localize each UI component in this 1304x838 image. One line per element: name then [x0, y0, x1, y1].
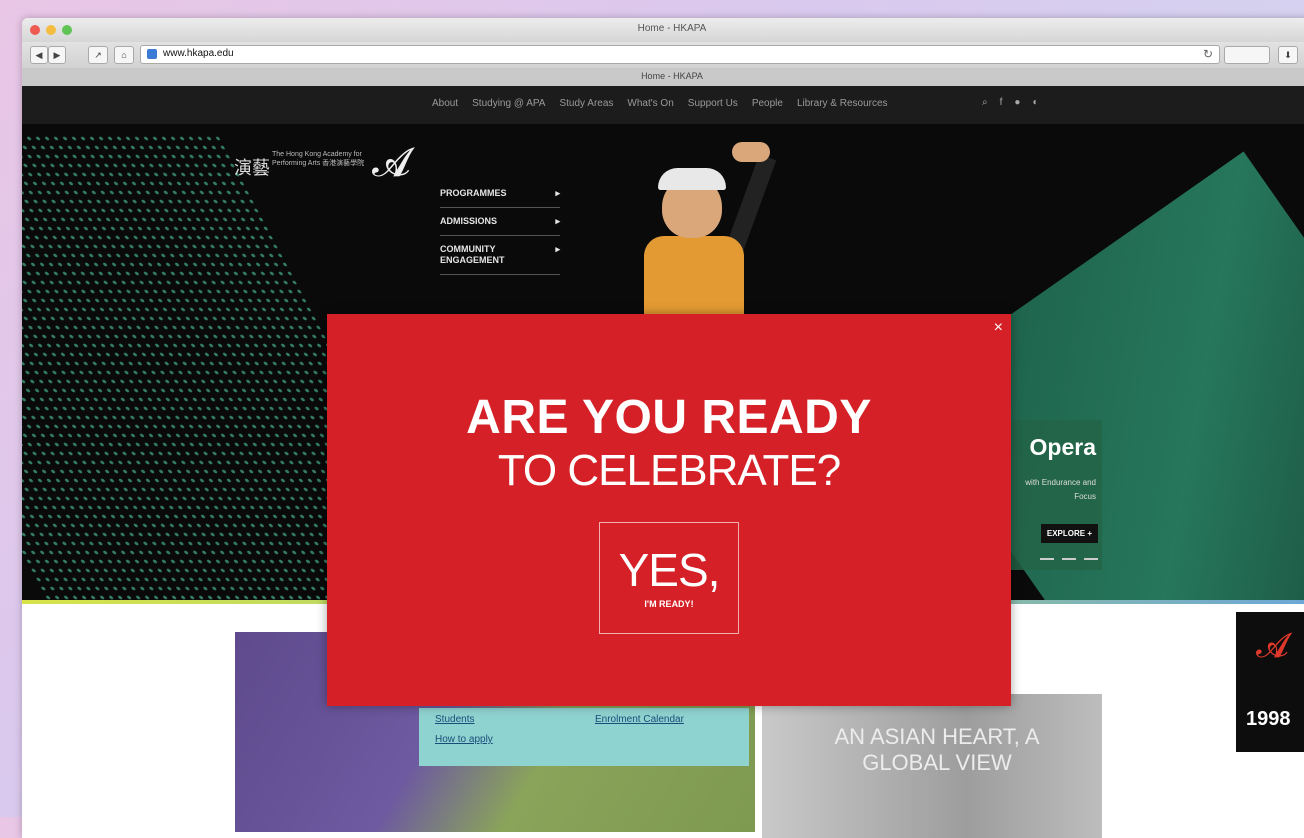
anniversary-badge[interactable]: 𝓐 1998: [1236, 612, 1304, 752]
anniversary-year: 1998: [1246, 708, 1291, 730]
downloads-icon[interactable]: ⬇: [1278, 46, 1298, 64]
nav-link-about[interactable]: About: [432, 98, 458, 109]
chevron-right-icon: ▸: [555, 216, 560, 226]
tab-active[interactable]: Home - HKAPA: [22, 71, 1304, 81]
nav-link-study-areas[interactable]: Study Areas: [559, 98, 613, 109]
close-icon[interactable]: ×: [994, 320, 1003, 336]
carousel-dots[interactable]: [1040, 558, 1098, 560]
celebration-modal: × ARE YOU READY TO CELEBRATE? YES, I'M R…: [327, 314, 1011, 706]
browser-toolbar: ◀ ▶ ↗ ⌂ www.hkapa.edu ↻ ⬇: [22, 42, 1304, 68]
hero-menu-label: PROGRAMMES: [440, 188, 507, 198]
hero-menu-label: COMMUNITY ENGAGEMENT: [440, 244, 505, 265]
nav-link-whats-on[interactable]: What's On: [627, 98, 673, 109]
forward-button[interactable]: ▶: [48, 46, 66, 64]
site-nav: About Studying @ APA Study Areas What's …: [22, 86, 1304, 124]
search-field[interactable]: [1224, 46, 1270, 64]
hero-menu-community[interactable]: COMMUNITY ENGAGEMENT ▸: [440, 236, 560, 275]
title-bar: Home - HKAPA: [22, 18, 1304, 43]
nav-link-studying[interactable]: Studying @ APA: [472, 98, 545, 109]
hero-menu-label: ADMISSIONS: [440, 216, 498, 226]
students-links-panel: Students Enrolment Calendar How to apply: [419, 708, 749, 766]
site-icon: [147, 49, 157, 59]
user-icon[interactable]: ●: [1014, 97, 1020, 108]
hero-menu-programmes[interactable]: PROGRAMMES ▸: [440, 180, 560, 208]
language-icon[interactable]: ◐: [1032, 97, 1038, 108]
banner-text: AN ASIAN HEART, A GLOBAL VIEW: [834, 724, 1040, 775]
logo-mark-icon[interactable]: 𝓐: [372, 140, 411, 186]
logo-subtitle: The Hong Kong Academy for Performing Art…: [272, 151, 365, 167]
hero-menu-admissions[interactable]: ADMISSIONS ▸: [440, 208, 560, 236]
opera-title: Opera: [1029, 434, 1096, 460]
anniversary-logo-icon: 𝓐: [1256, 626, 1289, 666]
modal-headline: ARE YOU READY: [466, 391, 872, 444]
tab-bar: Home - HKAPA: [22, 68, 1304, 87]
performer-hand: [732, 142, 770, 162]
bookmarks-button[interactable]: ⌂: [114, 46, 134, 64]
chevron-right-icon: ▸: [555, 244, 560, 254]
link-how-to-apply[interactable]: How to apply: [435, 734, 493, 745]
cta-big-label: YES,: [618, 544, 721, 596]
logo-chinese[interactable]: 演藝: [234, 154, 270, 180]
asian-heart-banner[interactable]: AN ASIAN HEART, A GLOBAL VIEW: [762, 694, 1102, 838]
link-students[interactable]: Students: [435, 714, 474, 725]
search-icon[interactable]: ⌕: [982, 97, 988, 108]
opera-card[interactable]: Opera with Endurance and Focus EXPLORE +: [1002, 420, 1102, 570]
back-button[interactable]: ◀: [30, 46, 48, 64]
share-button[interactable]: ↗: [88, 46, 108, 64]
explore-button[interactable]: EXPLORE +: [1040, 524, 1098, 543]
url-text: www.hkapa.edu: [163, 48, 234, 59]
address-bar[interactable]: www.hkapa.edu ↻: [140, 45, 1220, 64]
opera-subtitle: with Endurance and Focus: [1025, 478, 1096, 501]
chevron-right-icon: ▸: [555, 188, 560, 198]
cta-small-label: I'M READY!: [644, 599, 694, 609]
im-ready-button[interactable]: YES, I'M READY!: [599, 522, 739, 634]
hero-menu: PROGRAMMES ▸ ADMISSIONS ▸ COMMUNITY ENGA…: [440, 180, 560, 275]
performer-hat: [658, 168, 726, 190]
link-enrolment-calendar[interactable]: Enrolment Calendar: [595, 714, 684, 725]
facebook-icon[interactable]: f: [1000, 97, 1003, 108]
nav-link-library[interactable]: Library & Resources: [797, 98, 888, 109]
modal-subheadline: TO CELEBRATE?: [497, 446, 841, 495]
nav-link-support-us[interactable]: Support Us: [688, 98, 738, 109]
reload-icon[interactable]: ↻: [1203, 47, 1213, 61]
window-title: Home - HKAPA: [637, 23, 707, 34]
nav-link-people[interactable]: People: [752, 98, 783, 109]
